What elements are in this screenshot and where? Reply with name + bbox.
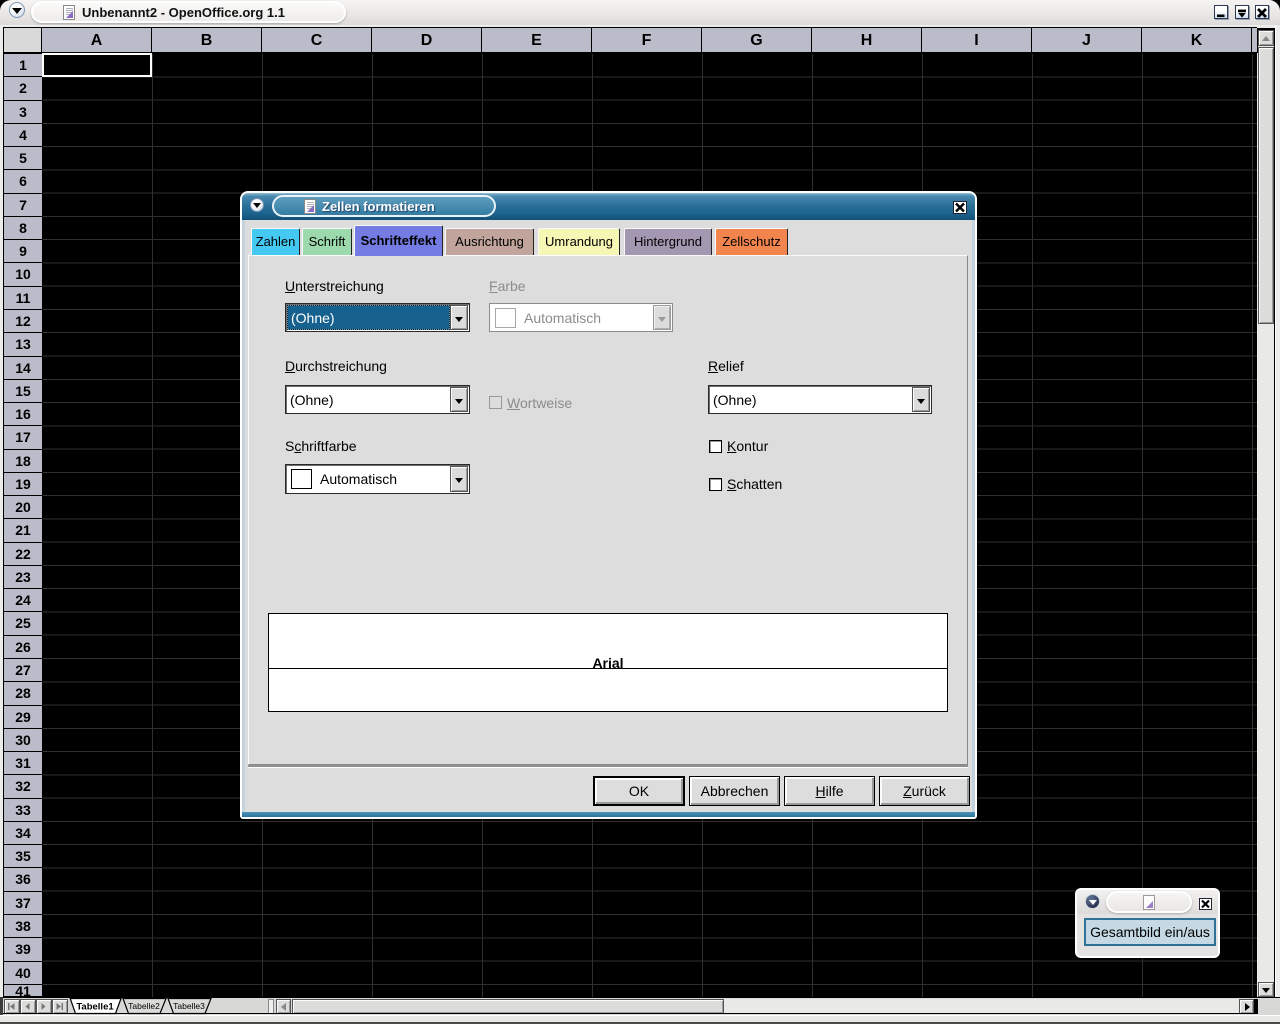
svg-text:Tabelle1: Tabelle1 (76, 1002, 114, 1013)
svg-text:Tabelle3: Tabelle3 (173, 1001, 205, 1011)
svg-text:Tabelle2: Tabelle2 (128, 1001, 160, 1011)
